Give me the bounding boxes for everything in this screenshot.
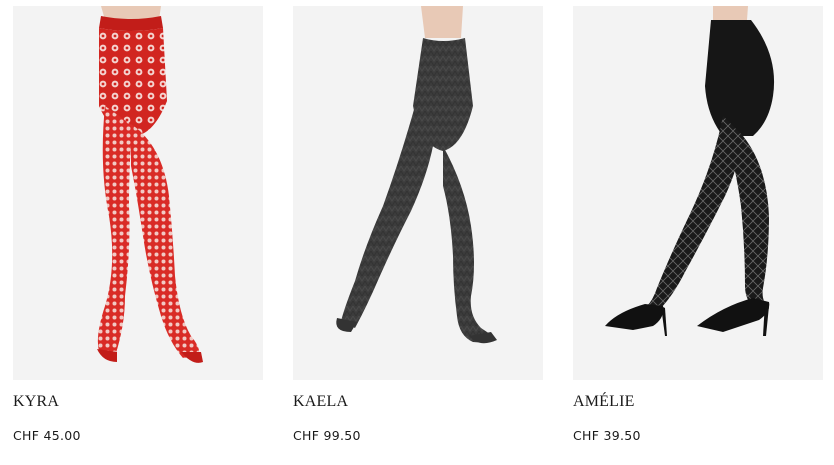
product-card-kaela[interactable]: KAELA CHF 99.50 <box>293 0 543 465</box>
product-name[interactable]: KYRA <box>13 393 59 411</box>
product-card-amelie[interactable]: AMÉLIE CHF 39.50 <box>573 0 823 465</box>
product-price: CHF 45.00 <box>13 428 81 443</box>
grey-knit-tights-image <box>336 6 497 344</box>
black-patterned-tights-image <box>605 6 775 336</box>
product-image-amelie[interactable] <box>573 6 823 380</box>
red-fishnet-tights-image <box>97 6 203 363</box>
product-name[interactable]: KAELA <box>293 393 348 411</box>
product-price: CHF 99.50 <box>293 428 361 443</box>
product-image-kaela[interactable] <box>293 6 543 380</box>
product-image-kyra[interactable] <box>13 6 263 380</box>
product-price: CHF 39.50 <box>573 428 641 443</box>
product-name[interactable]: AMÉLIE <box>573 393 635 411</box>
product-card-kyra[interactable]: KYRA CHF 45.00 <box>13 0 263 465</box>
product-grid: KYRA CHF 45.00 KAELA CHF 99.50 AMÉLIE CH… <box>0 0 834 465</box>
